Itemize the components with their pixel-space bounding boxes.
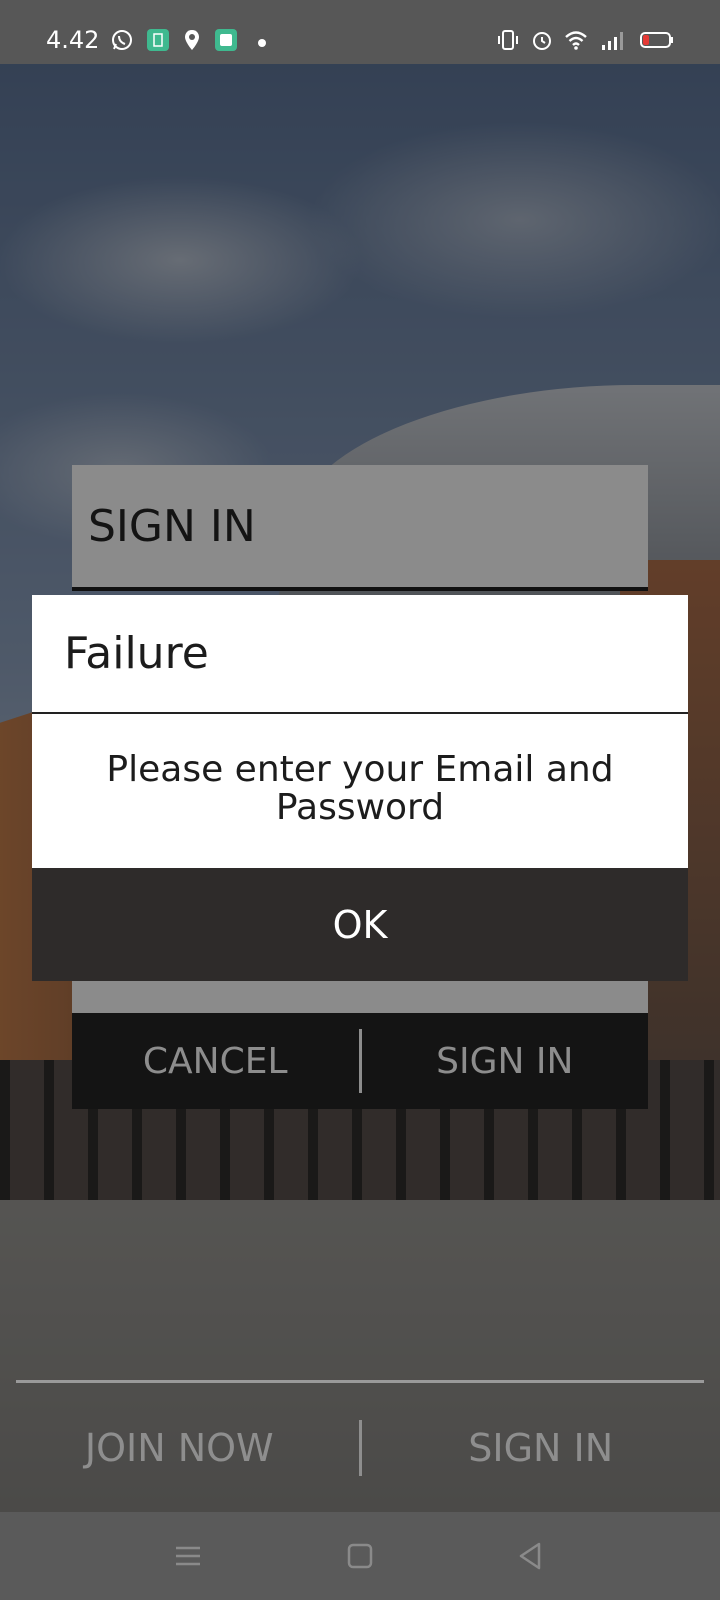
signin-panel: SIGN IN <box>72 465 648 591</box>
home-icon[interactable] <box>338 1534 382 1578</box>
battery-icon <box>640 32 673 48</box>
bottom-divider <box>16 1380 704 1383</box>
failure-dialog: Failure Please enter your Email and Pass… <box>32 595 688 981</box>
app-icon <box>147 29 169 51</box>
dialog-message: Please enter your Email and Password <box>106 749 614 828</box>
status-bar: 4.42 <box>0 0 720 64</box>
signin-header: SIGN IN <box>72 465 648 591</box>
location-icon <box>185 30 199 50</box>
dialog-header: Failure <box>32 595 688 714</box>
ok-button[interactable]: OK <box>32 868 688 981</box>
cancel-button[interactable]: CANCEL <box>72 1041 359 1082</box>
alarm-icon <box>533 32 551 50</box>
join-now-button[interactable]: JOIN NOW <box>0 1426 359 1470</box>
signin-submit-button[interactable]: SIGN IN <box>362 1041 649 1082</box>
back-icon[interactable] <box>508 1534 552 1578</box>
bottom-signin-button[interactable]: SIGN IN <box>362 1426 720 1470</box>
signin-title: SIGN IN <box>88 500 256 552</box>
dialog-message-area: Please enter your Email and Password <box>32 714 688 864</box>
signin-actions: CANCEL SIGN IN <box>72 1013 648 1109</box>
whatsapp-icon <box>112 30 132 50</box>
wifi-icon <box>565 31 587 50</box>
signin-password-field[interactable] <box>72 980 648 1014</box>
navigation-bar <box>0 1512 720 1600</box>
ok-button-label: OK <box>332 902 388 947</box>
status-time: 4.42 <box>46 26 100 54</box>
vibrate-icon <box>498 30 518 50</box>
signal-icon <box>602 32 623 50</box>
menu-icon[interactable] <box>166 1534 210 1578</box>
bottom-actions: JOIN NOW SIGN IN <box>0 1410 720 1486</box>
dialog-title: Failure <box>64 628 209 679</box>
app-icon-2 <box>215 29 237 51</box>
dot-icon <box>258 39 266 47</box>
